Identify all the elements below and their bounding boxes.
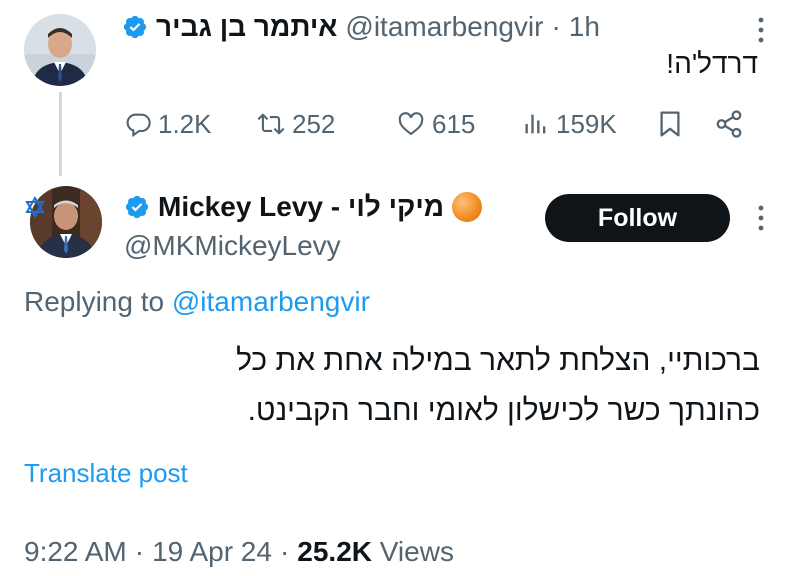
flag-star-icon	[24, 195, 46, 223]
tweet2-text-line1: ברכותיי, הצלחת לתאר במילה אחת את כל	[236, 344, 760, 377]
tweet2-display-name[interactable]: Mickey Levy - מיקי לוי	[158, 191, 444, 223]
tweet1-display-name[interactable]: איתמר בן גביר	[156, 11, 337, 43]
like-button[interactable]: 615	[396, 106, 475, 142]
replying-mention-link[interactable]: @itamarbengvir	[172, 286, 370, 317]
orange-circle-emoji-icon	[452, 192, 483, 222]
tweet2-time[interactable]: 9:22 AM	[24, 536, 127, 568]
tweet1-text: דרדל'ה!	[666, 48, 758, 79]
tweet1-time[interactable]: 1h	[569, 11, 600, 43]
tweet1-action-bar: 1.2K 252 615 159K	[120, 106, 760, 142]
retweet-icon	[257, 113, 285, 135]
follow-button[interactable]: Follow	[545, 194, 730, 242]
verified-badge-icon	[123, 15, 147, 39]
more-icon[interactable]	[752, 14, 770, 46]
tweet2-text: ברכותיי, הצלחת לתאר במילה אחת את כל כהונ…	[60, 336, 760, 436]
separator-dot: ·	[134, 536, 145, 567]
tweet1-handle[interactable]: @itamarbengvir	[345, 11, 543, 43]
tweet2-views-count: 25.2K	[297, 536, 372, 567]
replying-to-line: Replying to @itamarbengvir	[24, 286, 370, 318]
thread-connector	[59, 92, 62, 176]
bookmark-icon	[660, 111, 680, 137]
views-count: 159K	[556, 108, 617, 139]
views-icon	[525, 114, 546, 134]
tweet2-date[interactable]: 19 Apr 24	[152, 536, 272, 568]
share-button[interactable]	[714, 106, 744, 142]
tweet2-views-label: Views	[379, 536, 454, 567]
retweet-button[interactable]: 252	[256, 106, 335, 142]
views-button[interactable]: 159K	[522, 106, 617, 142]
like-count: 615	[432, 108, 476, 139]
separator-dot: ·	[279, 536, 290, 567]
tweet2-meta: 9:22 AM · 19 Apr 24 · 25.2K Views	[24, 536, 454, 568]
avatar-itamar[interactable]	[24, 14, 96, 86]
reply-button[interactable]: 1.2K	[124, 106, 212, 142]
retweet-count: 252	[292, 108, 336, 139]
like-icon	[398, 112, 424, 136]
more-icon[interactable]	[752, 202, 770, 234]
translate-post-link[interactable]: Translate post	[24, 458, 188, 489]
tweet2-header: Mickey Levy - מיקי לוי	[124, 190, 483, 224]
share-icon	[716, 110, 742, 138]
replying-prefix: Replying to	[24, 286, 165, 317]
reply-count: 1.2K	[158, 108, 212, 139]
separator-dot: ·	[551, 11, 561, 42]
tweet2-handle[interactable]: @MKMickeyLevy	[124, 230, 341, 262]
bookmark-button[interactable]	[658, 106, 682, 142]
verified-badge-icon	[125, 195, 149, 219]
tweet2-text-line2: כהונתך כשר לכישלון לאומי וחבר הקבינט.	[247, 394, 760, 427]
tweet1-header: איתמר בן גביר @itamarbengvir · 1h	[122, 10, 600, 44]
reply-icon	[126, 113, 151, 138]
